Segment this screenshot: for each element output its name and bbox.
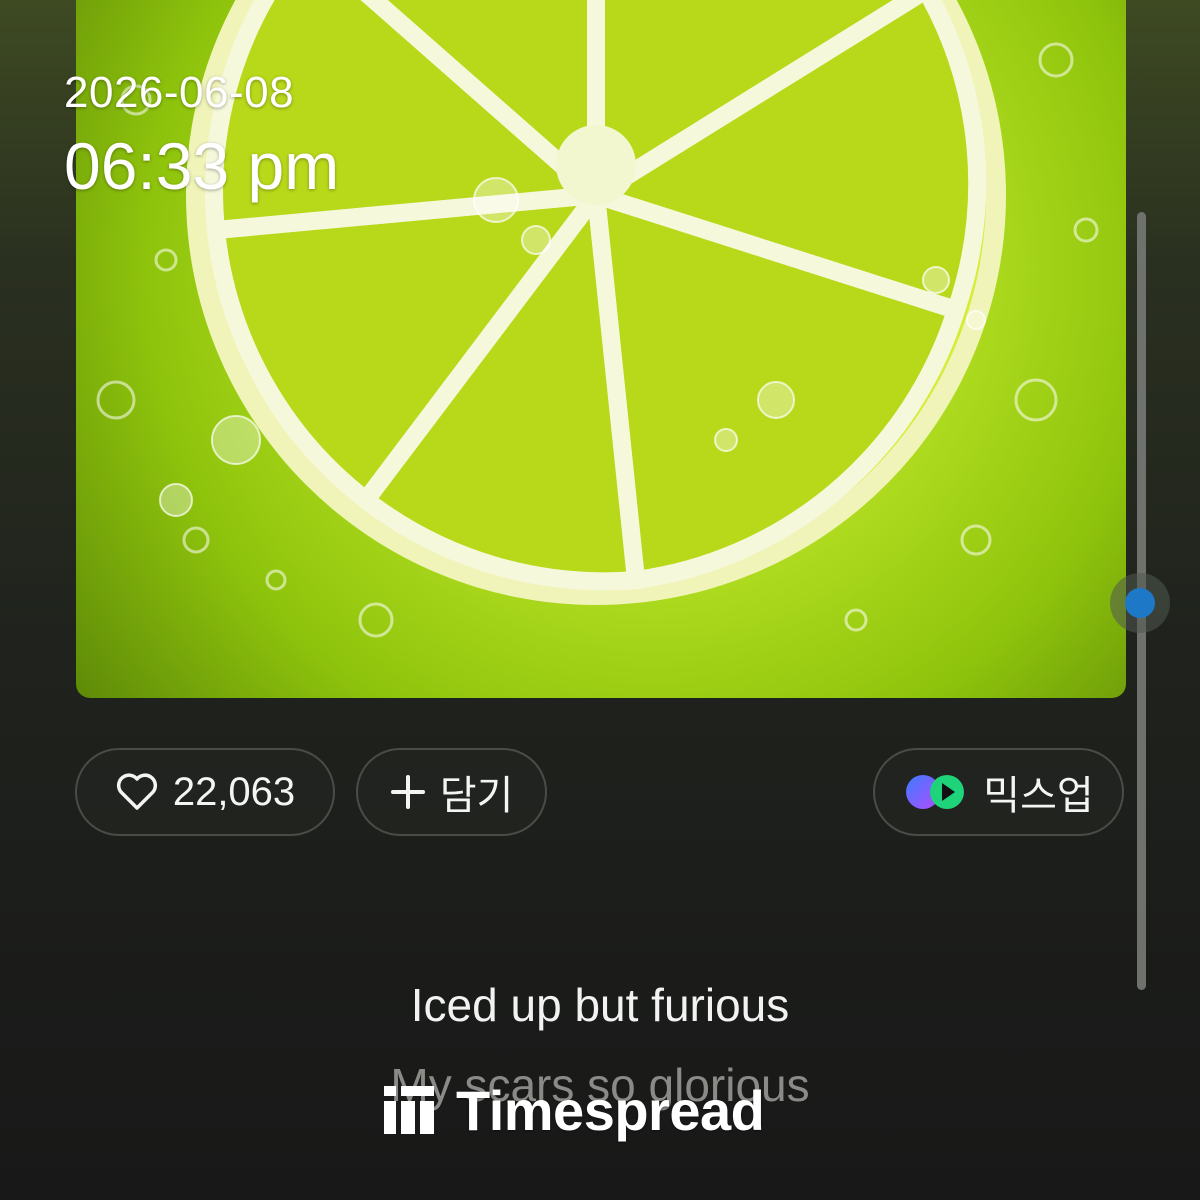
mixup-button[interactable]: 믹스업 (873, 748, 1124, 836)
overlay-date: 2026-06-08 (64, 68, 295, 117)
timespread-logo-icon (384, 1086, 434, 1134)
plus-icon (390, 774, 426, 810)
heart-icon (115, 772, 159, 812)
watermark: Timespread (384, 1078, 765, 1142)
add-label: 담기 (439, 774, 514, 818)
watermark-brand: Timespread (456, 1078, 765, 1142)
overlay-time: 06:33 pm (64, 129, 340, 203)
scrollbar-thumb[interactable] (1110, 573, 1170, 633)
lyric-current-line[interactable]: Iced up but furious (0, 978, 1200, 1032)
like-button[interactable]: 22,063 (75, 748, 335, 836)
like-count: 22,063 (172, 769, 296, 814)
mixup-logo-icon (903, 772, 969, 812)
add-to-playlist-button[interactable]: 담기 (356, 748, 547, 836)
mixup-label: 믹스업 (983, 774, 1094, 818)
